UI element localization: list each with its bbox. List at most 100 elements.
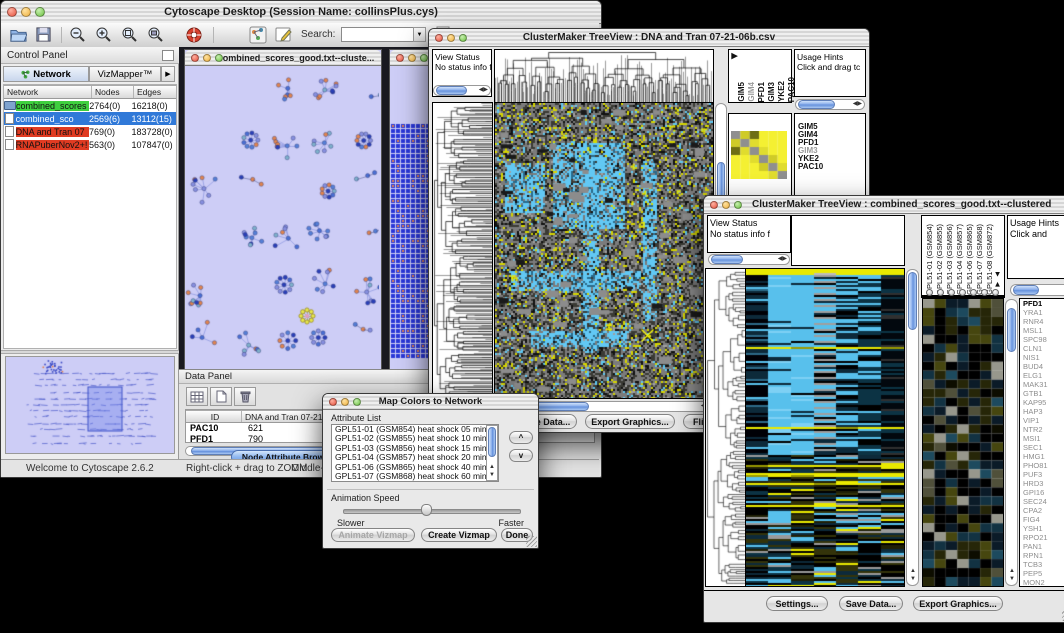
column-knob-icon[interactable] (948, 289, 955, 296)
tv1-export-graphics-button[interactable]: Export Graphics... (585, 414, 675, 429)
scroll-right-icon[interactable]: ▶ (782, 256, 787, 263)
select-attributes-icon[interactable] (186, 387, 208, 406)
scroll-down-icon[interactable]: ▼ (910, 576, 916, 583)
save-session-button[interactable] (35, 26, 52, 43)
tv2-heatmap-canvas[interactable] (746, 269, 904, 586)
minimize-icon[interactable] (722, 201, 730, 209)
search-input[interactable] (341, 27, 415, 42)
scroll-up-icon[interactable]: ▲ (910, 568, 916, 575)
minimize-icon[interactable] (408, 54, 416, 62)
tv2-export-graphics-button[interactable]: Export Graphics... (913, 596, 1003, 611)
zoom-out-icon[interactable] (69, 26, 87, 44)
tab-vizmapper[interactable]: VizMapper™ (89, 66, 161, 82)
open-session-button[interactable] (9, 26, 27, 43)
tv2-settings-button[interactable]: Settings... (766, 596, 828, 611)
scroll-right-icon[interactable]: ▶ (483, 87, 488, 94)
dialog-titlebar[interactable]: Map Colors to Network (323, 394, 538, 410)
resize-grip[interactable] (526, 536, 537, 547)
network-tree-row[interactable]: combined_scores 2764(0) 16218(0) (4, 99, 176, 112)
close-icon[interactable] (191, 54, 199, 62)
zoom-window-icon[interactable] (459, 34, 467, 42)
scroll-right-icon[interactable]: ▶ (857, 101, 862, 108)
tv1-status-hscrollbar[interactable]: ◀ ▶ (433, 85, 491, 96)
panel-splitter[interactable] (1, 350, 179, 354)
tv1-heatmap-canvas[interactable] (495, 103, 713, 398)
label-pager-left-icon[interactable]: ◀ (730, 52, 739, 61)
animation-speed-slider-thumb[interactable] (421, 504, 432, 516)
zoom-selected-icon[interactable] (121, 26, 139, 44)
zoom-window-icon[interactable] (35, 7, 45, 17)
attribute-listbox[interactable]: GPL51-01 (GSM854) heat shock 05 minGPL51… (331, 424, 499, 482)
animate-vizmap-button[interactable]: Animate Vizmap (331, 528, 415, 542)
column-knob-icon[interactable] (937, 289, 944, 296)
column-knob-icon[interactable] (981, 289, 988, 296)
tv2-genelist-vscrollbar[interactable]: ▲ ▼ (1005, 299, 1018, 586)
col-network[interactable]: Network (4, 86, 92, 98)
zoom-window-icon[interactable] (353, 398, 361, 406)
minimize-icon[interactable] (341, 398, 349, 406)
attribute-list-vscrollbar[interactable]: ▲ ▼ (486, 425, 498, 481)
scroll-down-icon[interactable]: ▼ (1009, 576, 1015, 583)
tv2-zoom-canvas[interactable] (923, 299, 1003, 586)
hscroll-thumb[interactable] (1013, 285, 1039, 295)
move-up-button[interactable]: ^ (509, 431, 533, 444)
label-scroll-up-icon[interactable]: ▲ (993, 270, 1002, 279)
scroll-up-icon[interactable]: ▲ (489, 464, 495, 471)
net1-canvas[interactable] (185, 66, 379, 373)
tv2-vscrollbar[interactable]: ▲ ▼ (906, 269, 919, 586)
zoom-window-icon[interactable] (215, 54, 223, 62)
zoom-window-icon[interactable] (734, 201, 742, 209)
close-icon[interactable] (329, 398, 337, 406)
tv1-rowtree-canvas[interactable] (433, 103, 492, 398)
label-scroll-down-icon[interactable]: ▼ (993, 280, 1002, 289)
treeview1-titlebar[interactable]: ClusterMaker TreeView : DNA and Tran 07-… (429, 29, 869, 47)
tab-network[interactable]: Network (3, 66, 89, 82)
create-vizmap-button[interactable]: Create Vizmap (421, 528, 497, 542)
network-tree-row[interactable]: RNAPuberNov2+! 563(0) 107847(0) (4, 138, 176, 151)
close-icon[interactable] (710, 201, 718, 209)
network-tree-row[interactable]: DNA and Tran 07 769(0) 183728(0) (4, 125, 176, 138)
tv2-rowtree-canvas[interactable] (706, 269, 746, 586)
main-titlebar[interactable]: Cytoscape Desktop (Session Name: collins… (1, 1, 601, 24)
tab-overflow-button[interactable]: ▶ (161, 66, 175, 82)
edit-network-icon[interactable] (275, 26, 293, 44)
network-tree-row[interactable]: combined_sco 2569(6) 13112(15) (4, 112, 176, 125)
hscroll-thumb[interactable] (436, 86, 467, 95)
tv2-save-data-button[interactable]: Save Data... (839, 596, 903, 611)
scroll-down-icon[interactable]: ▼ (489, 472, 495, 479)
tv1-usage-hscrollbar[interactable]: ◀ ▶ (795, 99, 865, 110)
col-id[interactable]: ID (186, 411, 242, 422)
close-icon[interactable] (396, 54, 404, 62)
vscroll-thumb[interactable] (908, 272, 917, 330)
animation-speed-slider-track[interactable] (343, 509, 521, 514)
window-controls[interactable] (7, 7, 45, 17)
column-knob-icon[interactable] (992, 289, 999, 296)
float-panel-icon[interactable] (162, 50, 174, 61)
new-attribute-icon[interactable] (210, 387, 232, 406)
move-down-button[interactable]: v (509, 449, 533, 462)
vscroll-thumb[interactable] (1007, 308, 1016, 352)
treeview2-titlebar[interactable]: ClusterMaker TreeView : combined_scores_… (704, 196, 1064, 214)
birdseye-canvas[interactable] (5, 356, 175, 454)
column-knob-icon[interactable] (926, 289, 933, 296)
hscroll-thumb[interactable] (711, 255, 743, 264)
delete-attribute-icon[interactable] (234, 387, 256, 406)
network-table-header[interactable]: Network Nodes Edges (4, 85, 176, 99)
tv2-usage-hscrollbar[interactable] (1010, 284, 1064, 296)
tv1-coltree-canvas[interactable] (495, 50, 713, 102)
zoom-window-icon[interactable] (420, 54, 428, 62)
network-window-1-titlebar[interactable]: combined_scores_good.txt--cluste... (185, 50, 381, 66)
minimize-icon[interactable] (447, 34, 455, 42)
zoom-in-icon[interactable] (95, 26, 113, 44)
col-edges[interactable]: Edges (134, 86, 176, 98)
close-icon[interactable] (435, 34, 443, 42)
close-icon[interactable] (7, 7, 17, 17)
minimize-icon[interactable] (21, 7, 31, 17)
zoom-fit-icon[interactable] (147, 26, 165, 44)
attribute-option[interactable]: GPL51-07 (GSM868) heat shock 60 min (332, 472, 498, 481)
hscroll-thumb[interactable] (798, 100, 835, 109)
tv1-zoom-canvas[interactable] (731, 131, 787, 179)
column-knob-icon[interactable] (959, 289, 966, 296)
minimize-icon[interactable] (203, 54, 211, 62)
vscroll-thumb[interactable] (488, 427, 496, 457)
